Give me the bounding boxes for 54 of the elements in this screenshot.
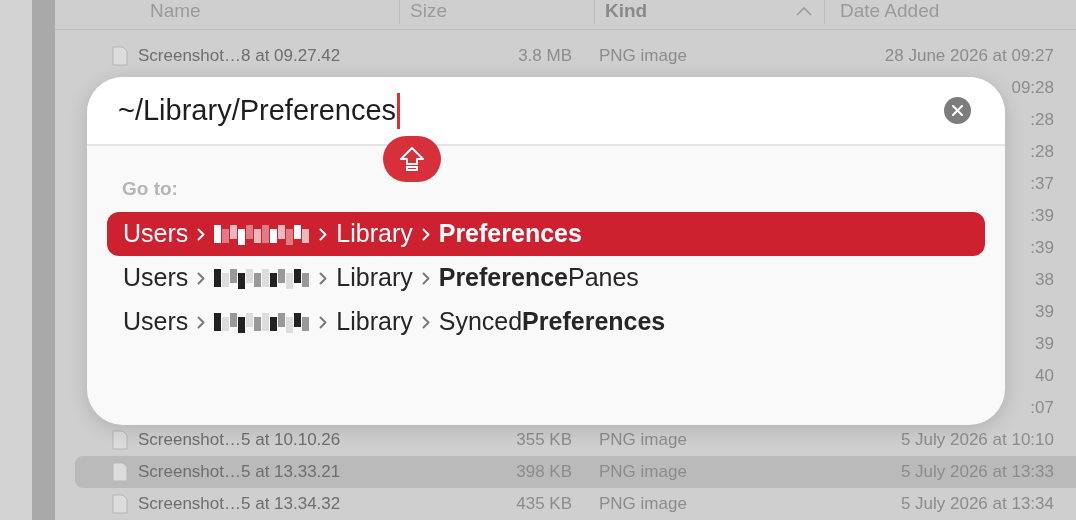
caps-lock-icon bbox=[399, 146, 425, 172]
file-icon bbox=[112, 46, 128, 66]
clear-button[interactable] bbox=[944, 97, 971, 124]
file-kind: PNG image bbox=[599, 46, 687, 66]
path-label: SyncedPreferences bbox=[438, 306, 666, 338]
file-name: Screenshot…8 at 09.27.42 bbox=[138, 45, 341, 68]
file-row[interactable]: Screenshot…5 at 10.10.26 355 KB PNG image 5 July 2026 at 10:10 bbox=[75, 424, 1076, 456]
chevron-up-icon bbox=[796, 6, 812, 16]
file-kind: PNG image bbox=[599, 430, 687, 450]
file-size: 3.8 MB bbox=[518, 45, 572, 68]
file-icon bbox=[112, 462, 128, 482]
file-date: 40 bbox=[1035, 365, 1054, 388]
file-kind: PNG image bbox=[599, 494, 687, 514]
chevron-right-icon bbox=[421, 271, 430, 285]
close-icon bbox=[952, 105, 963, 116]
file-name: Screenshot…5 at 13.34.32 bbox=[138, 493, 341, 516]
chevron-right-icon bbox=[319, 271, 328, 285]
path-label: Users bbox=[123, 262, 189, 294]
file-date: 09:28 bbox=[1011, 77, 1054, 100]
file-size: 435 KB bbox=[516, 493, 572, 516]
chevron-right-icon bbox=[319, 227, 328, 241]
file-date: 39 bbox=[1035, 333, 1054, 356]
file-icon bbox=[112, 494, 128, 514]
file-date: 5 July 2026 at 13:34 bbox=[900, 493, 1054, 516]
chevron-right-icon bbox=[197, 227, 206, 241]
file-name: Screenshot…5 at 13.33.21 bbox=[138, 461, 341, 484]
path-suggestion[interactable]: Users Library Preferences bbox=[107, 212, 985, 256]
file-row[interactable]: Screenshot…8 at 09.27.42 3.8 MB PNG image 28 June 2026 at 09:27 bbox=[75, 40, 1076, 72]
text-cursor bbox=[397, 92, 401, 129]
file-date: 5 July 2026 at 10:10 bbox=[900, 429, 1054, 452]
path-label: Library bbox=[336, 306, 413, 338]
file-size: 355 KB bbox=[516, 429, 572, 452]
path-label: Library bbox=[336, 218, 413, 250]
file-row[interactable]: Screenshot…5 at 13.34.32 435 KB PNG image 5 July 2026 at 13:34 bbox=[75, 488, 1076, 520]
file-date: 28 June 2026 at 09:27 bbox=[884, 45, 1054, 68]
file-date: :07 bbox=[1030, 397, 1054, 420]
column-header[interactable]: Kind bbox=[595, 0, 825, 24]
path-suggestion[interactable]: Users Library PreferencePanes bbox=[107, 256, 985, 300]
go-to-heading: Go to: bbox=[121, 177, 179, 201]
path-label: Library bbox=[336, 262, 413, 294]
file-icon bbox=[112, 430, 128, 450]
path-label: Preferences bbox=[438, 218, 582, 250]
file-date: :28 bbox=[1030, 141, 1054, 164]
chevron-right-icon bbox=[421, 315, 430, 329]
file-date: :39 bbox=[1030, 205, 1054, 228]
path-label: Users bbox=[123, 218, 189, 250]
chevron-right-icon bbox=[197, 271, 206, 285]
path-suggestion[interactable]: Users Library SyncedPreferences bbox=[107, 300, 985, 344]
chevron-right-icon bbox=[197, 315, 206, 329]
chevron-right-icon bbox=[319, 315, 328, 329]
path-label: Users bbox=[123, 306, 189, 338]
chevron-right-icon bbox=[421, 227, 430, 241]
path-label: PreferencePanes bbox=[438, 262, 639, 294]
file-name: Screenshot…5 at 10.10.26 bbox=[138, 429, 341, 452]
